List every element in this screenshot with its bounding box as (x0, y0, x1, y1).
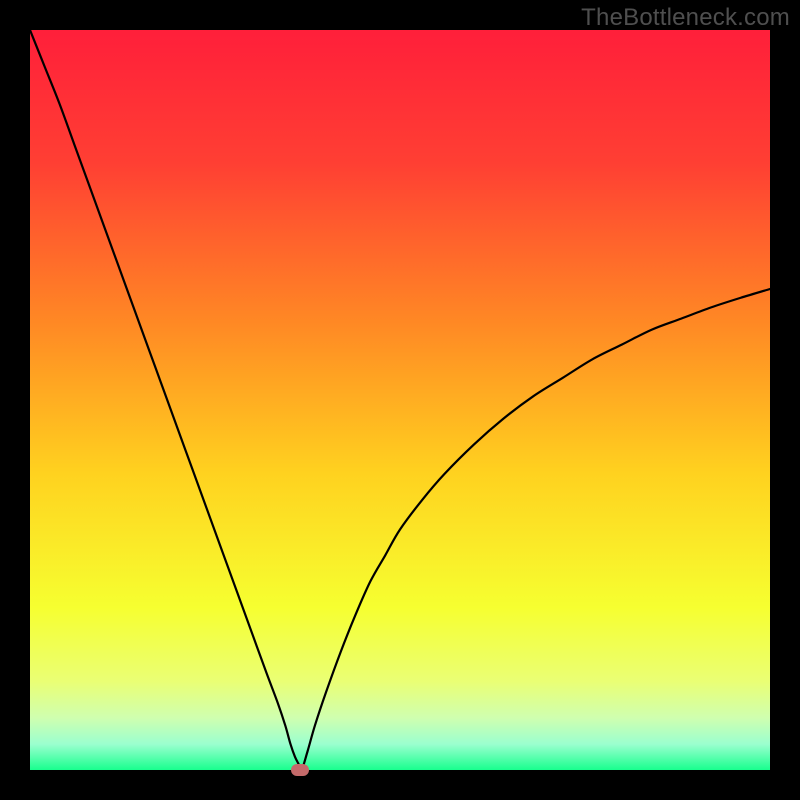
plot-frame (30, 30, 770, 770)
bottleneck-chart (30, 30, 770, 770)
optimal-point-marker (291, 764, 309, 776)
watermark-text: TheBottleneck.com (581, 4, 790, 32)
gradient-background (30, 30, 770, 770)
